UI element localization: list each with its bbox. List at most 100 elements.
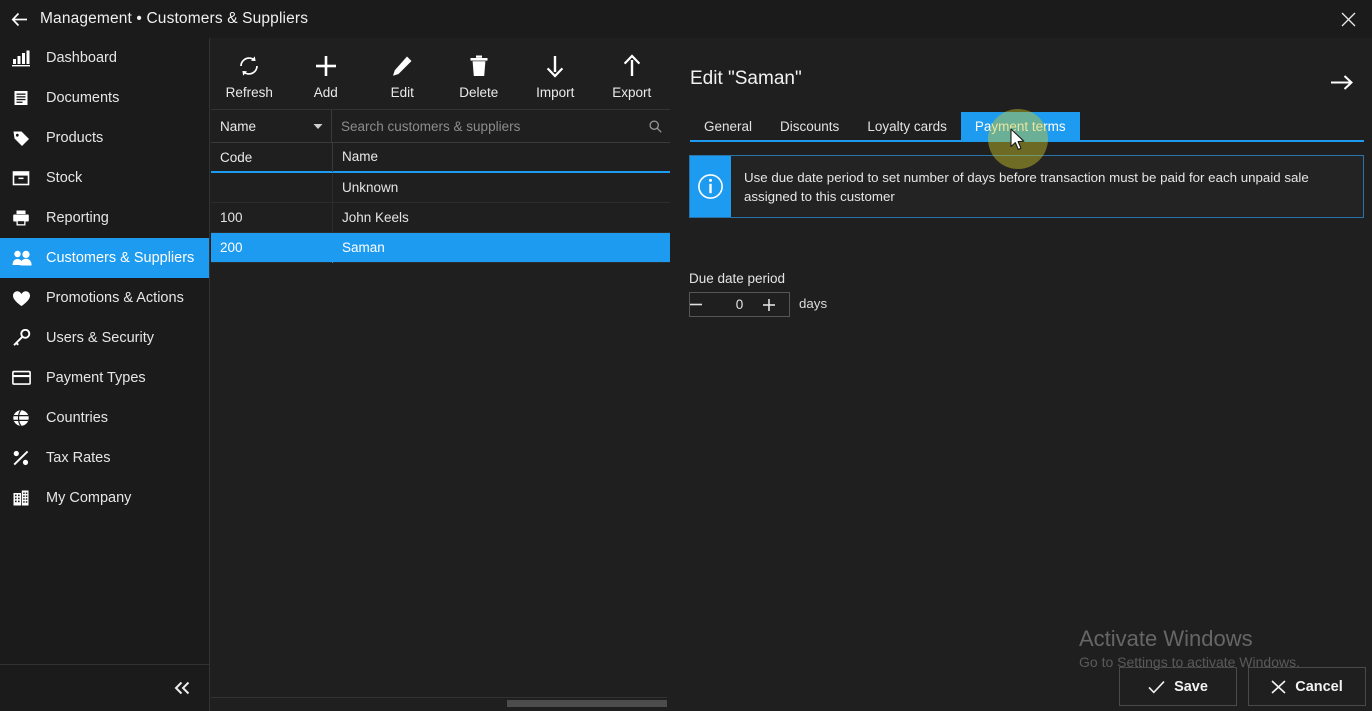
globe-icon (12, 406, 42, 430)
table-row[interactable]: 200 Saman (211, 232, 670, 263)
window-close-button[interactable] (1324, 0, 1372, 38)
chevron-double-left-icon (173, 681, 193, 695)
days-unit-label: days (799, 296, 828, 311)
sidebar-item-stock[interactable]: Stock (0, 158, 209, 198)
edit-button[interactable]: Edit (364, 43, 441, 109)
refresh-button[interactable]: Refresh (211, 43, 288, 109)
detail-panel: Edit "Saman" General Discounts Loyalty c… (671, 38, 1372, 711)
sidebar-item-label: Stock (46, 170, 83, 186)
tab-label: General (704, 118, 753, 134)
grid-body: Unknown 100 John Keels 200 Saman (211, 172, 670, 708)
tab-label: Payment terms (974, 118, 1066, 134)
sidebar-footer (0, 664, 209, 711)
cancel-button[interactable]: Cancel (1248, 667, 1366, 706)
info-banner: Use due date period to set number of day… (689, 155, 1364, 218)
arrow-left-icon (10, 10, 29, 29)
document-icon (12, 86, 42, 110)
sidebar-item-users-security[interactable]: Users & Security (0, 318, 209, 358)
due-date-period-label: Due date period (689, 271, 786, 286)
cell-code: 100 (220, 210, 243, 225)
sidebar-item-payment-types[interactable]: Payment Types (0, 358, 209, 398)
detail-title: Edit "Saman" (690, 68, 802, 89)
trash-icon (467, 51, 491, 81)
search-icon (649, 119, 662, 133)
sidebar-item-label: Customers & Suppliers (46, 250, 195, 266)
sidebar-item-tax-rates[interactable]: Tax Rates (0, 438, 209, 478)
save-button-label: Save (1174, 678, 1208, 695)
tab-label: Loyalty cards (867, 118, 947, 134)
increment-button[interactable] (763, 298, 789, 311)
tab-payment-terms[interactable]: Payment terms (960, 112, 1080, 140)
column-header-name[interactable]: Name (332, 142, 670, 172)
info-banner-text: Use due date period to set number of day… (744, 170, 1309, 204)
sidebar-item-documents[interactable]: Documents (0, 78, 209, 118)
cancel-button-label: Cancel (1295, 678, 1343, 695)
sidebar-item-dashboard[interactable]: Dashboard (0, 38, 209, 78)
bar-chart-icon (12, 46, 42, 70)
tool-label: Import (536, 85, 575, 100)
decrement-button[interactable] (690, 303, 716, 306)
tab-general[interactable]: General (690, 112, 766, 140)
percent-icon (12, 446, 42, 470)
sidebar-item-reporting[interactable]: Reporting (0, 198, 209, 238)
plus-icon (314, 51, 338, 81)
sort-field-value: Name (220, 118, 257, 134)
credit-card-icon (12, 366, 42, 390)
close-icon (1271, 679, 1286, 694)
chevron-down-icon (313, 123, 323, 130)
table-row[interactable]: Unknown (211, 172, 670, 203)
application-window: Management • Customers & Suppliers Dashb… (0, 0, 1372, 711)
tab-label: Discounts (780, 118, 840, 134)
sidebar-item-label: Countries (46, 410, 109, 426)
close-icon (1341, 12, 1356, 27)
sidebar-item-my-company[interactable]: My Company (0, 478, 209, 518)
sidebar-item-countries[interactable]: Countries (0, 398, 209, 438)
tool-label: Delete (459, 85, 499, 100)
tool-label: Refresh (225, 85, 273, 100)
building-icon (12, 486, 42, 510)
minus-icon (690, 303, 716, 306)
due-date-period-stepper[interactable]: 0 (689, 292, 790, 317)
import-button[interactable]: Import (517, 43, 594, 109)
table-row[interactable]: 100 John Keels (211, 202, 670, 233)
cell-name: John Keels (332, 202, 670, 233)
tool-label: Edit (390, 85, 414, 100)
sort-field-selector[interactable]: Name (211, 110, 332, 142)
sidebar-collapse-button[interactable] (173, 681, 193, 695)
info-icon (697, 173, 724, 200)
pencil-icon (390, 51, 414, 81)
page-title: Management • Customers & Suppliers (40, 10, 309, 27)
sidebar-item-label: Dashboard (46, 50, 117, 66)
sidebar: Dashboard Documents Products Stock Repor… (0, 38, 210, 711)
cell-name: Unknown (332, 172, 670, 203)
grid-header: Code Name (211, 142, 670, 173)
people-icon (12, 246, 42, 270)
next-record-button[interactable] (1323, 66, 1361, 98)
sidebar-item-label: Products (46, 130, 104, 146)
search-row: Name Search customers & suppliers (211, 110, 670, 143)
arrow-up-icon (620, 51, 644, 81)
back-button[interactable] (0, 0, 38, 38)
detail-footer: Save Cancel (671, 663, 1372, 711)
horizontal-scrollbar[interactable] (211, 697, 667, 707)
save-button[interactable]: Save (1119, 667, 1237, 706)
sidebar-item-customers-suppliers[interactable]: Customers & Suppliers (0, 238, 209, 278)
delete-button[interactable]: Delete (441, 43, 518, 109)
scrollbar-thumb[interactable] (507, 700, 667, 707)
check-icon (1148, 680, 1165, 694)
sidebar-item-label: Documents (46, 90, 120, 106)
sidebar-item-products[interactable]: Products (0, 118, 209, 158)
tab-underline (690, 140, 1364, 142)
due-date-period-value[interactable]: 0 (716, 297, 763, 312)
sidebar-item-promotions-actions[interactable]: Promotions & Actions (0, 278, 209, 318)
tab-loyalty-cards[interactable]: Loyalty cards (853, 112, 961, 140)
tool-label: Add (313, 85, 338, 100)
add-button[interactable]: Add (288, 43, 365, 109)
tab-discounts[interactable]: Discounts (766, 112, 853, 140)
sidebar-item-label: My Company (46, 490, 132, 506)
search-input[interactable]: Search customers & suppliers (332, 110, 670, 142)
export-button[interactable]: Export (594, 43, 671, 109)
tool-label: Export (612, 85, 652, 100)
column-header-code[interactable]: Code (211, 150, 332, 165)
sidebar-item-label: Reporting (46, 210, 109, 226)
